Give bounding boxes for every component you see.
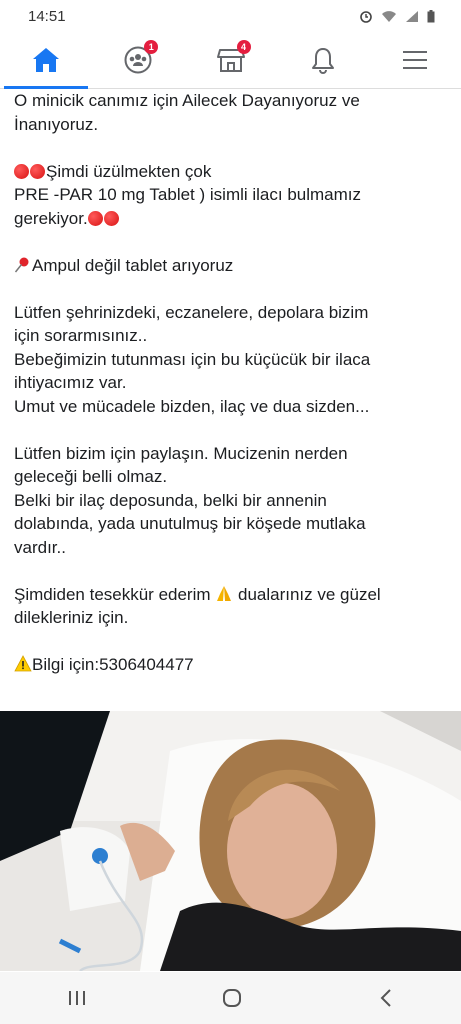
text-line: Şimdiden tesekkür ederim dualarınız ve g…	[14, 584, 381, 604]
marketplace-badge: 4	[236, 40, 251, 54]
paragraph-6: Şimdiden tesekkür ederim dualarınız ve g…	[14, 583, 447, 630]
status-icons	[359, 9, 435, 23]
system-navigation-bar	[0, 972, 461, 1024]
red-circle-icon	[14, 163, 29, 179]
home-icon	[33, 48, 60, 72]
text-line: geleceği belli olmaz.	[14, 467, 168, 486]
red-circle-icon	[30, 163, 45, 179]
signal-icon	[406, 10, 418, 22]
text-line: İnanıyoruz.	[14, 114, 99, 134]
bell-icon	[311, 48, 334, 74]
tab-notifications[interactable]	[277, 32, 369, 88]
post-text: O minicik canımız için Ailecek Dayanıyor…	[0, 89, 461, 677]
text-line: PRE -PAR 10 mg Tablet ) isimli ilacı bul…	[14, 185, 362, 204]
text-line: Lütfen şehrinizdeki, eczanelere, depolar…	[14, 302, 369, 322]
tab-home[interactable]	[0, 32, 92, 89]
status-time: 14:51	[28, 7, 66, 25]
text-line: Umut ve mücadele bizden, ilaç ve dua siz…	[14, 396, 370, 416]
text-line: vardır..	[14, 537, 66, 557]
text-line: ihtiyacımız var.	[14, 373, 127, 392]
text-line: dolabında, yada unutulmuş bir köşede mut…	[14, 514, 366, 533]
home-button-icon[interactable]	[221, 987, 243, 1009]
folded-hands-icon	[217, 585, 232, 601]
paragraph-2: Şimdi üzülmekten çok PRE -PAR 10 mg Tabl…	[14, 160, 447, 231]
top-navigation: 1 4	[0, 32, 461, 89]
post-photo[interactable]	[0, 711, 461, 971]
text-line: dilekleriniz için.	[14, 608, 129, 627]
paragraph-7: Bilgi için:5306404477	[14, 653, 447, 677]
pushpin-icon	[14, 257, 29, 272]
tab-marketplace[interactable]: 4	[184, 32, 276, 88]
text-line: gerekiyor.	[14, 207, 447, 231]
hamburger-menu-icon	[402, 51, 427, 69]
tab-groups[interactable]: 1	[92, 32, 184, 88]
text-line: Belki bir ilaç deposunda, belki bir anne…	[14, 490, 327, 510]
text-line: Ampul değil tablet arıyoruz	[14, 254, 447, 278]
text-line: Lütfen bizim için paylaşın. Mucizenin ne…	[14, 443, 348, 463]
post-body: O minicik canımız için Ailecek Dayanıyor…	[0, 89, 461, 709]
warning-icon	[14, 655, 32, 672]
red-circle-icon	[87, 210, 103, 226]
paragraph-5: Lütfen bizim için paylaşın. Mucizenin ne…	[14, 442, 447, 560]
paragraph-1: O minicik canımız için Ailecek Dayanıyor…	[14, 89, 447, 136]
battery-icon	[427, 9, 435, 22]
text-line: Bilgi için:5306404477	[14, 653, 447, 677]
groups-badge: 1	[144, 40, 159, 54]
alarm-icon	[360, 11, 372, 23]
text-line: Bebeğimizin tutunması için bu küçücük bi…	[14, 349, 371, 369]
paragraph-4: Lütfen şehrinizdeki, eczanelere, depolar…	[14, 301, 447, 419]
red-circle-icon	[103, 210, 119, 226]
status-bar: 14:51	[0, 0, 461, 32]
recent-apps-icon[interactable]	[67, 989, 87, 1007]
photo-illustration	[0, 711, 461, 971]
text-line: Şimdi üzülmekten çok	[14, 160, 447, 184]
wifi-icon	[382, 10, 396, 22]
text-line: için sorarmısınız..	[14, 326, 148, 345]
text-line: O minicik canımız için Ailecek Dayanıyor…	[14, 91, 360, 110]
back-icon[interactable]	[378, 988, 394, 1008]
paragraph-3: Ampul değil tablet arıyoruz	[14, 254, 447, 278]
tab-menu[interactable]	[369, 32, 461, 88]
